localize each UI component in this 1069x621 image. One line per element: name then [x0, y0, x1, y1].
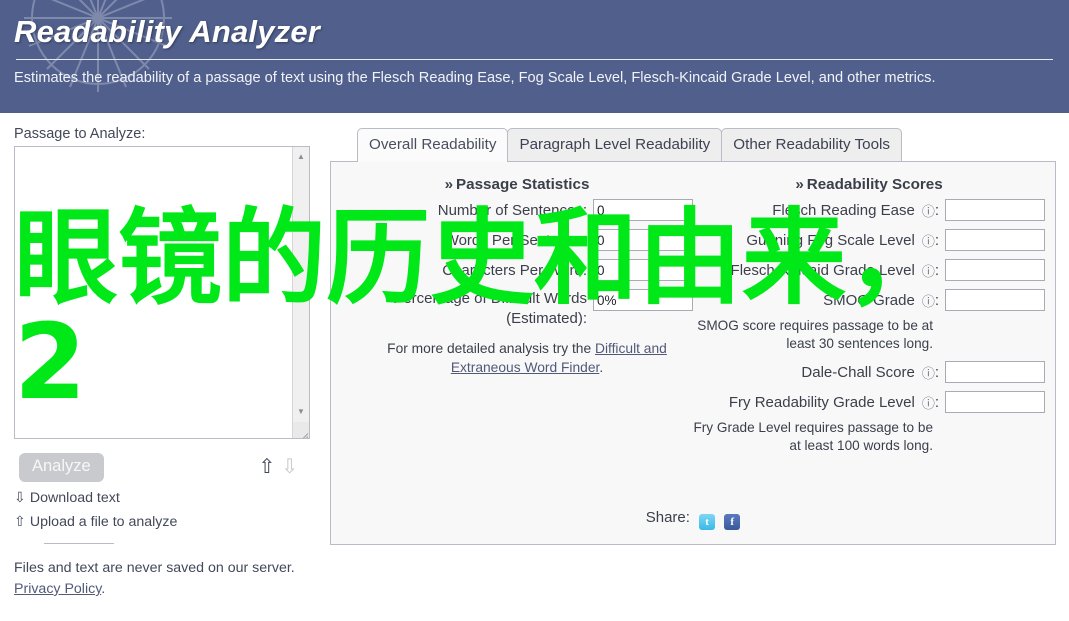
download-text-label: Download text [29, 490, 120, 506]
analyze-button[interactable]: Analyze [19, 453, 104, 482]
tab-other-readability-tools[interactable]: Other Readability Tools [721, 128, 903, 161]
analyze-row: Analyze ⇧⇩ [14, 453, 310, 485]
upload-file-label: Upload a file to analyze [29, 514, 178, 530]
score-input-gunning-fog-scale-level[interactable] [945, 229, 1045, 251]
difficult-label-line2: (Estimated): [506, 310, 587, 327]
detail-note-text: For more detailed analysis try the [387, 341, 592, 356]
resize-grip-icon[interactable] [293, 422, 309, 438]
tab-paragraph-level-readability[interactable]: Paragraph Level Readability [507, 128, 723, 161]
facebook-icon[interactable]: f [724, 514, 741, 530]
twitter-icon[interactable]: t [699, 514, 716, 530]
passage-panel: Passage to Analyze: ▲ ▼ Analyze ⇧⇩ ⇩ Down… [14, 126, 326, 600]
header-divider [16, 59, 1053, 60]
score-input-smog-grade[interactable] [945, 289, 1045, 311]
detail-period: . [599, 360, 604, 375]
stat-input-words-per-sentence[interactable] [593, 229, 693, 251]
stat-label-number-of-sentences: Number of Sentences: [437, 201, 587, 219]
overall-readability-panel: » Passage Statistics Number of Sentences:… [330, 161, 1056, 545]
app-title: Readability Analyzer [14, 14, 321, 49]
nav-down-arrow-icon[interactable]: ⇩ [281, 456, 304, 478]
score-label-flesch-kincaid-grade-level: Flesch-Kincaid Grade Level [730, 261, 915, 279]
privacy-period: . [101, 581, 106, 597]
stat-input-number-of-sentences[interactable] [593, 199, 693, 221]
score-label-smog-grade: SMOG Grade [823, 291, 915, 309]
scroll-up-arrow-icon[interactable]: ▲ [293, 149, 309, 165]
readability-scores-heading: » Readability Scores [693, 176, 1045, 193]
stat-label-characters-per-word: Characters Per Word: [442, 261, 587, 279]
nav-up-arrow-icon[interactable]: ⇧ [258, 456, 281, 478]
help-icon[interactable]: ⓘ [922, 291, 935, 310]
score-input-dale-chall-score[interactable] [945, 361, 1045, 383]
score-label-gunning-fog-scale-level: Gunning Fog Scale Level [746, 231, 915, 249]
stat-input-percentage-difficult-words[interactable] [593, 289, 693, 311]
download-text-link[interactable]: ⇩ Download text [14, 488, 326, 509]
passage-textarea[interactable] [15, 147, 292, 438]
chevron-right-icon: » [444, 176, 454, 193]
help-icon[interactable]: ⓘ [922, 363, 935, 382]
help-icon[interactable]: ⓘ [922, 231, 935, 250]
section-divider [44, 543, 114, 544]
stat-label-percentage-difficult-words: Percentage of Difficult Words (Estimated… [393, 289, 593, 329]
help-icon[interactable]: ⓘ [922, 261, 935, 280]
passage-statistics-column: » Passage Statistics Number of Sentences:… [341, 174, 693, 463]
readability-scores-heading-label: Readability Scores [806, 176, 943, 193]
scroll-down-arrow-icon[interactable]: ▼ [293, 404, 309, 420]
score-input-flesch-reading-ease[interactable] [945, 199, 1045, 221]
score-input-flesch-kincaid-grade-level[interactable] [945, 259, 1045, 281]
score-row-smog-grade: SMOG Grade ⓘ : [693, 289, 1045, 311]
score-label-fry-readability-grade-level: Fry Readability Grade Level [728, 393, 915, 411]
share-label: Share: [645, 509, 690, 526]
smog-grade-note: SMOG score requires passage to be at lea… [697, 318, 933, 351]
stat-row-words-per-sentence: Words Per Sentence: [341, 229, 693, 251]
download-arrow-icon: ⇩ [14, 490, 26, 506]
stat-row-characters-per-word: Characters Per Word: [341, 259, 693, 281]
difficult-label-line1: Percentage of Difficult Words [393, 290, 587, 307]
stat-row-number-of-sentences: Number of Sentences: [341, 199, 693, 221]
score-label-dale-chall-score: Dale-Chall Score [801, 363, 915, 381]
upload-file-link[interactable]: ⇧ Upload a file to analyze [14, 512, 326, 533]
share-row: Share: t f [331, 509, 1055, 530]
privacy-policy-link[interactable]: Privacy Policy [14, 581, 101, 597]
stat-input-characters-per-word[interactable] [593, 259, 693, 281]
score-label-flesch-reading-ease: Flesch Reading Ease [772, 201, 915, 219]
tab-strip: Overall Readability Paragraph Level Read… [330, 128, 1056, 162]
fry-grade-level-note: Fry Grade Level requires passage to be a… [693, 420, 933, 453]
help-icon[interactable]: ⓘ [922, 201, 935, 220]
help-icon[interactable]: ⓘ [922, 393, 935, 412]
readability-scores-column: » Readability Scores Flesch Reading Ease … [693, 174, 1045, 463]
score-row-flesch-kincaid-grade-level: Flesch-Kincaid Grade Level ⓘ : [693, 259, 1045, 281]
privacy-note: Files and text are never saved on our se… [14, 558, 326, 600]
score-row-fry-readability-grade-level: Fry Readability Grade Level ⓘ : [693, 391, 1045, 413]
app-header: Readability Analyzer Estimates the reada… [0, 0, 1069, 113]
passage-label: Passage to Analyze: [14, 126, 146, 142]
difficult-word-finder-note: For more detailed analysis try the Diffi… [341, 339, 693, 377]
passage-scrollbar[interactable]: ▲ ▼ [292, 147, 309, 438]
score-row-flesch-reading-ease: Flesch Reading Ease ⓘ : [693, 199, 1045, 221]
tab-overall-readability[interactable]: Overall Readability [357, 128, 509, 162]
passage-textarea-wrapper[interactable]: ▲ ▼ [14, 146, 310, 439]
privacy-note-text: Files and text are never saved on our se… [14, 560, 295, 576]
score-row-dale-chall-score: Dale-Chall Score ⓘ : [693, 361, 1045, 383]
score-input-fry-readability-grade-level[interactable] [945, 391, 1045, 413]
passage-statistics-heading-label: Passage Statistics [456, 176, 590, 193]
upload-arrow-icon: ⇧ [14, 514, 26, 530]
results-area: Overall Readability Paragraph Level Read… [330, 128, 1056, 545]
chevron-right-icon: » [795, 176, 804, 193]
scroll-nav-arrows: ⇧⇩ [258, 455, 304, 479]
score-row-gunning-fog-scale-level: Gunning Fog Scale Level ⓘ : [693, 229, 1045, 251]
app-description: Estimates the readability of a passage o… [14, 70, 936, 86]
stat-row-percentage-difficult-words: Percentage of Difficult Words (Estimated… [341, 289, 693, 329]
stat-label-words-per-sentence: Words Per Sentence: [444, 231, 587, 249]
passage-statistics-heading: » Passage Statistics [341, 176, 693, 193]
